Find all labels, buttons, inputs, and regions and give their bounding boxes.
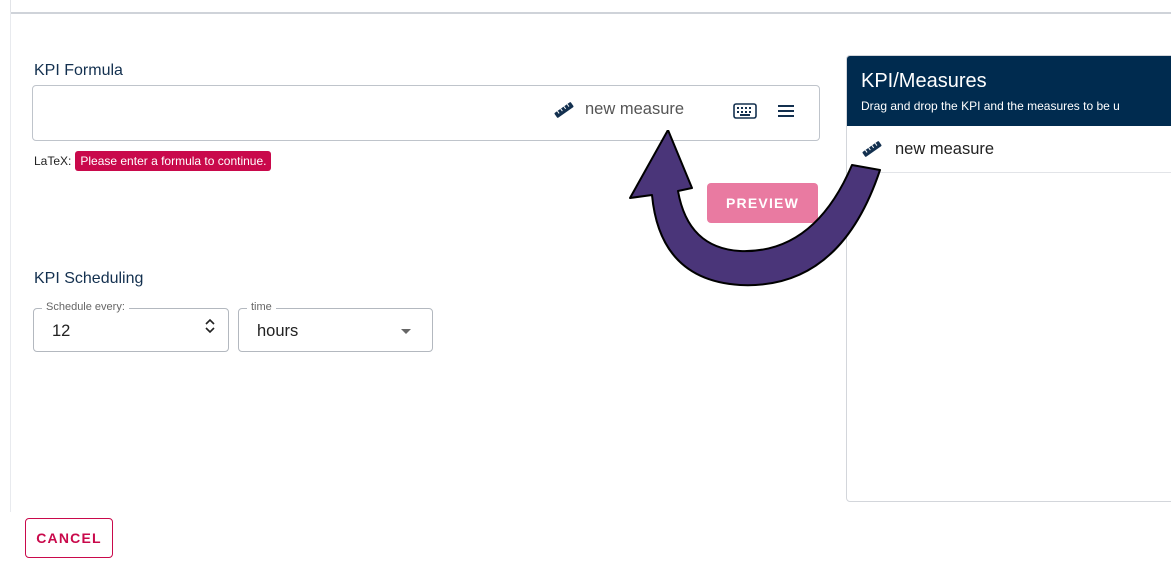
- keyboard-icon[interactable]: [733, 103, 757, 119]
- formula-error-badge: Please enter a formula to continue.: [75, 151, 272, 171]
- formula-chip-label: new measure: [585, 100, 685, 118]
- schedule-every-input[interactable]: Schedule every: 12: [33, 301, 229, 352]
- time-label: time: [247, 301, 276, 313]
- quantity-stepper[interactable]: [204, 317, 216, 335]
- page-top-border: [10, 0, 1171, 14]
- schedule-every-value: 12: [52, 322, 71, 340]
- kpi-scheduling-title: KPI Scheduling: [34, 270, 144, 287]
- latex-label: LaTeX:: [34, 154, 72, 168]
- cancel-button[interactable]: CANCEL: [25, 518, 113, 558]
- schedule-every-label: Schedule every:: [42, 301, 129, 313]
- menu-icon[interactable]: [777, 102, 795, 120]
- kpi-formula-title: KPI Formula: [34, 62, 123, 79]
- formula-measure-chip[interactable]: new measure: [553, 100, 684, 119]
- latex-status-row: LaTeX: Please enter a formula to continu…: [34, 151, 272, 171]
- measures-panel-subtitle: Drag and drop the KPI and the measures t…: [861, 99, 1120, 113]
- dropdown-arrow-icon[interactable]: [400, 328, 412, 335]
- measures-panel-header: KPI/Measures Drag and drop the KPI and t…: [847, 56, 1171, 126]
- page-left-border: [10, 12, 11, 512]
- chevron-up-icon[interactable]: [204, 317, 216, 326]
- ruler-icon: [553, 101, 575, 119]
- measures-panel-title: KPI/Measures: [861, 70, 987, 92]
- time-value: hours: [257, 322, 299, 340]
- chevron-down-icon[interactable]: [204, 326, 216, 335]
- drag-annotation-arrow-icon: [629, 130, 881, 287]
- time-select[interactable]: time hours: [238, 301, 433, 352]
